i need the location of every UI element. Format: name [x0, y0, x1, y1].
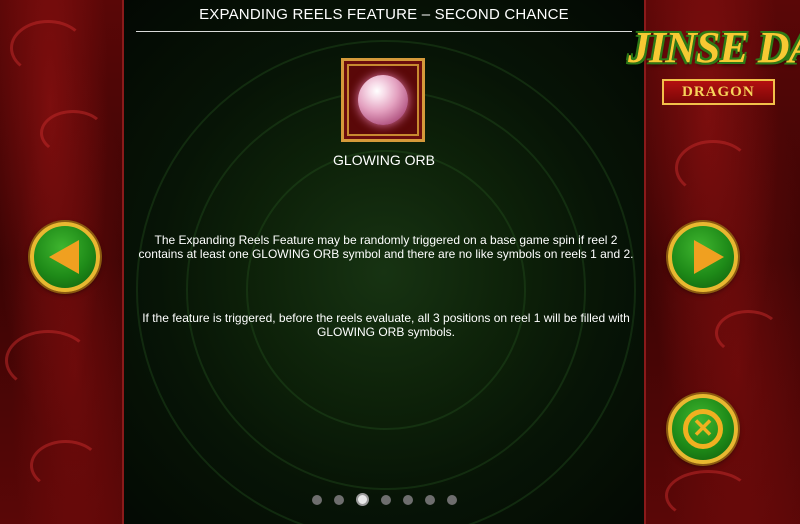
page-dot[interactable]	[446, 494, 457, 505]
cloud-ornament	[715, 310, 781, 356]
feature-trigger-description: If the feature is triggered, before the …	[142, 311, 630, 339]
close-paytable-button[interactable]: ✕	[668, 394, 738, 464]
page-dot[interactable]	[380, 494, 391, 505]
title-divider	[136, 31, 632, 32]
medallion-ring	[246, 150, 526, 430]
symbol-name: GLOWING ORB	[333, 152, 435, 168]
cloud-ornament	[665, 470, 751, 521]
page-dot[interactable]	[333, 494, 344, 505]
feature-description: The Expanding Reels Feature may be rando…	[138, 233, 634, 261]
page-dot[interactable]	[311, 494, 322, 505]
info-panel: EXPANDING REELS FEATURE – SECOND CHANCE …	[122, 0, 646, 524]
glowing-orb-icon	[358, 75, 408, 125]
glowing-orb-symbol	[341, 58, 425, 142]
game-logo: JINSE DA DRAGON	[628, 22, 800, 112]
cloud-ornament	[10, 20, 86, 76]
cloud-ornament	[30, 440, 101, 491]
page-indicator	[124, 493, 644, 506]
close-icon: ✕	[692, 413, 714, 443]
arrow-left-icon	[49, 240, 79, 274]
cloud-ornament	[5, 330, 91, 391]
cloud-ornament	[40, 110, 106, 156]
paytable-screen: EXPANDING REELS FEATURE – SECOND CHANCE …	[0, 0, 800, 524]
cloud-ornament	[675, 140, 751, 196]
page-dot[interactable]	[402, 494, 413, 505]
page-dot[interactable]	[424, 494, 435, 505]
previous-page-button[interactable]	[30, 222, 100, 292]
page-dot-current[interactable]	[355, 493, 369, 506]
arrow-right-icon	[694, 240, 724, 274]
page-title: EXPANDING REELS FEATURE – SECOND CHANCE	[199, 6, 569, 23]
logo-subtitle: DRAGON	[662, 79, 775, 105]
logo-title: JINSE DA	[628, 23, 800, 72]
next-page-button[interactable]	[668, 222, 738, 292]
